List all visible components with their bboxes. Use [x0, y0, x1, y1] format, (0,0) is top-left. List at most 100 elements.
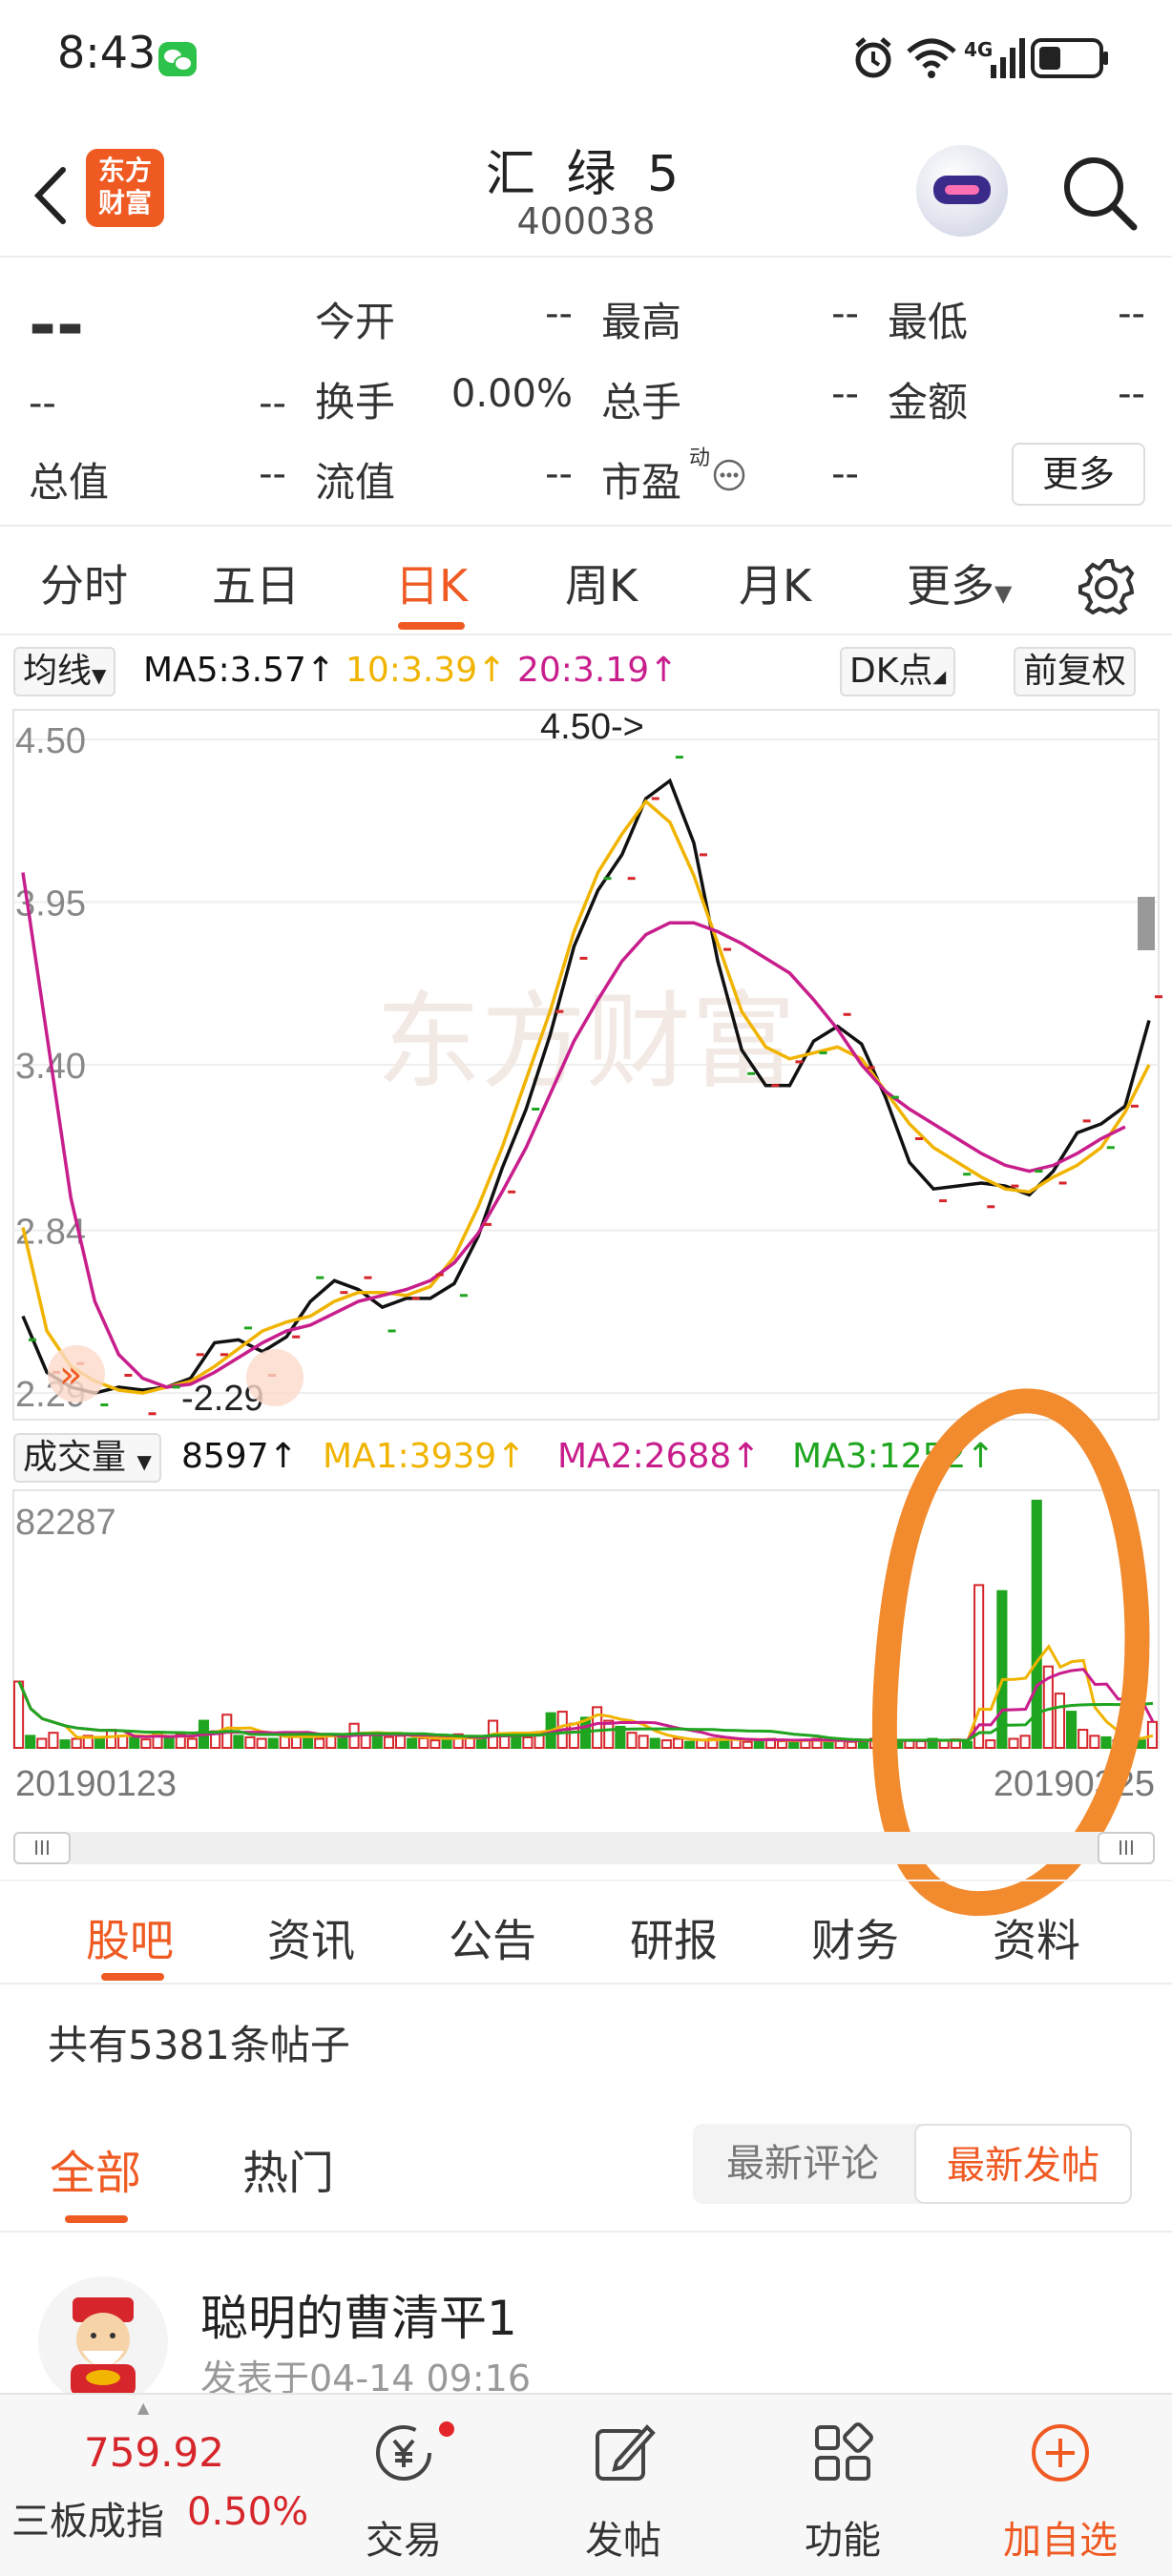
indicator-selector-label: 均线 — [23, 652, 93, 691]
filter-hot[interactable]: 热门 — [242, 2135, 334, 2202]
signal-marker — [246, 1349, 303, 1406]
pe-value: -- — [831, 452, 859, 496]
compose-icon — [596, 2424, 656, 2481]
high-label: 最高 — [601, 299, 682, 345]
volume-bar — [753, 1739, 764, 1750]
amount-label: 金额 — [888, 379, 969, 426]
range-handle-right[interactable]: III — [1098, 1832, 1155, 1864]
tab-announcements[interactable]: 公告 — [449, 1906, 536, 1969]
volume-bar — [233, 1735, 244, 1749]
status-bar: 8:43 4G — [0, 0, 1172, 114]
volume-bar — [140, 1738, 152, 1750]
tab-monthly-k[interactable]: 月K — [739, 551, 811, 614]
indicator-selector[interactable]: 均线▼ — [13, 647, 116, 696]
post-item[interactable]: 聪明的曹清平1 发表于04-14 09:16 — [0, 2242, 1172, 2406]
corner-triangle-icon: ◢ — [932, 667, 947, 687]
volume-bar — [742, 1740, 753, 1750]
grid-apps-icon — [815, 2422, 873, 2481]
volume-bar — [777, 1740, 788, 1749]
sort-latest-comment[interactable]: 最新评论 — [693, 2124, 912, 2204]
trade-button[interactable]: 交易 — [332, 2414, 475, 2566]
post-username[interactable]: 聪明的曹清平1 — [200, 2280, 517, 2349]
user-avatar[interactable] — [38, 2276, 168, 2406]
volume-bar — [499, 1735, 511, 1749]
volume-bar — [94, 1737, 105, 1750]
sort-latest-post[interactable]: 最新发帖 — [914, 2124, 1132, 2204]
chart-range-scrollbar[interactable]: III III — [13, 1832, 1155, 1864]
tab-intraday[interactable]: 分时 — [40, 551, 128, 614]
low-label: 最低 — [888, 299, 969, 345]
float-cap-label: 流值 — [315, 459, 396, 506]
volume-indicator-selector[interactable]: 成交量 ▼ — [13, 1433, 161, 1483]
index-value[interactable]: 759.92 — [84, 2429, 224, 2476]
dropdown-triangle-icon: ▼ — [92, 664, 107, 687]
high-value: -- — [831, 292, 859, 336]
filter-all[interactable]: 全部 — [50, 2135, 141, 2202]
volume-bar — [407, 1737, 418, 1750]
index-name[interactable]: 三板成指 — [11, 2490, 164, 2545]
watermark: 东方财富 — [376, 981, 796, 1103]
x-start-date: 20190123 — [15, 1764, 177, 1804]
volume-bar — [660, 1739, 672, 1750]
add-watchlist-button[interactable]: 加自选 — [989, 2414, 1132, 2566]
volume-bar — [649, 1737, 660, 1750]
volume-bar — [36, 1737, 48, 1750]
functions-button[interactable]: 功能 — [771, 2414, 914, 2566]
tab-profile[interactable]: 资料 — [993, 1906, 1080, 1969]
vol-ma1-value: MA1:3939↑ — [323, 1437, 526, 1476]
volume-bar — [59, 1739, 71, 1750]
post-button[interactable]: 发帖 — [552, 2414, 695, 2566]
tab-research[interactable]: 研报 — [630, 1906, 718, 1969]
search-icon[interactable] — [1059, 153, 1140, 233]
range-handle-left[interactable]: III — [13, 1832, 71, 1864]
collapse-caret-icon[interactable]: ▲ — [137, 2399, 149, 2417]
trade-label: 交易 — [366, 2519, 442, 2563]
volume-max-label: 82287 — [15, 1503, 116, 1543]
price-change-pct: -- — [259, 382, 286, 426]
volume-bar — [441, 1737, 452, 1750]
tab-news[interactable]: 资讯 — [267, 1906, 355, 1969]
quote-panel: -- -- -- 今开 -- 最高 -- 最低 -- 换手 0.00% 总手 -… — [0, 267, 1172, 527]
volume-bar — [684, 1740, 696, 1750]
y-tick-label: 4.50 — [15, 721, 86, 761]
volume-bar — [672, 1737, 684, 1750]
index-change[interactable]: 0.50% — [187, 2490, 308, 2534]
tab-more-periods[interactable]: 更多▼ — [907, 551, 1012, 614]
volume-label: 总手 — [601, 379, 682, 426]
volume-selector-label: 成交量 — [23, 1438, 127, 1477]
volume-bar — [25, 1735, 36, 1749]
volume-bar — [846, 1740, 857, 1750]
ma-legend: 均线▼ MA5:3.57↑ 10:3.39↑ 20:3.19↑ DK点◢ 前复权 — [0, 645, 1172, 698]
volume-bar — [383, 1735, 394, 1750]
market-cap-value: -- — [259, 452, 286, 496]
tab-financials[interactable]: 财务 — [811, 1906, 899, 1969]
volume-bar — [129, 1735, 140, 1749]
tab-guba[interactable]: 股吧 — [86, 1906, 174, 1969]
volume-bar — [186, 1737, 198, 1750]
volume-bar — [418, 1736, 429, 1749]
dk-point-selector[interactable]: DK点◢ — [840, 647, 956, 696]
tab-more-label: 更多 — [907, 560, 994, 612]
turnover-label: 换手 — [315, 379, 396, 426]
more-quote-button[interactable]: 更多 — [1012, 443, 1145, 506]
last-price: -- — [29, 286, 85, 364]
more-dots-icon[interactable] — [712, 458, 746, 492]
volume-bar — [303, 1735, 314, 1749]
tab-daily-k[interactable]: 日K — [395, 551, 468, 614]
volume-bar — [522, 1735, 534, 1749]
volume-value: 8597↑ — [181, 1437, 298, 1476]
tab-five-day[interactable]: 五日 — [212, 551, 300, 614]
ai-assistant-robot-icon[interactable] — [916, 145, 1008, 237]
volume-bar — [48, 1732, 59, 1749]
volume-bar — [626, 1732, 638, 1749]
section-tabs: 股吧 资讯 公告 研报 财务 资料 — [0, 1880, 1172, 1984]
stock-header: 东方 财富 汇 绿 5 400038 — [0, 124, 1172, 258]
volume-bar — [696, 1739, 707, 1750]
tab-weekly-k[interactable]: 周K — [565, 551, 638, 614]
chart-settings-gear-icon[interactable] — [1077, 557, 1136, 616]
forward-adjust-button[interactable]: 前复权 — [1014, 647, 1137, 696]
volume-bar — [256, 1737, 267, 1750]
volume-bar — [314, 1737, 325, 1750]
period-tabs: 分时 五日 日K 周K 月K 更多▼ — [0, 530, 1172, 635]
daily-k-chart[interactable]: 4.503.953.402.842.29东方财富4.50->-2.29» — [0, 706, 1172, 1423]
